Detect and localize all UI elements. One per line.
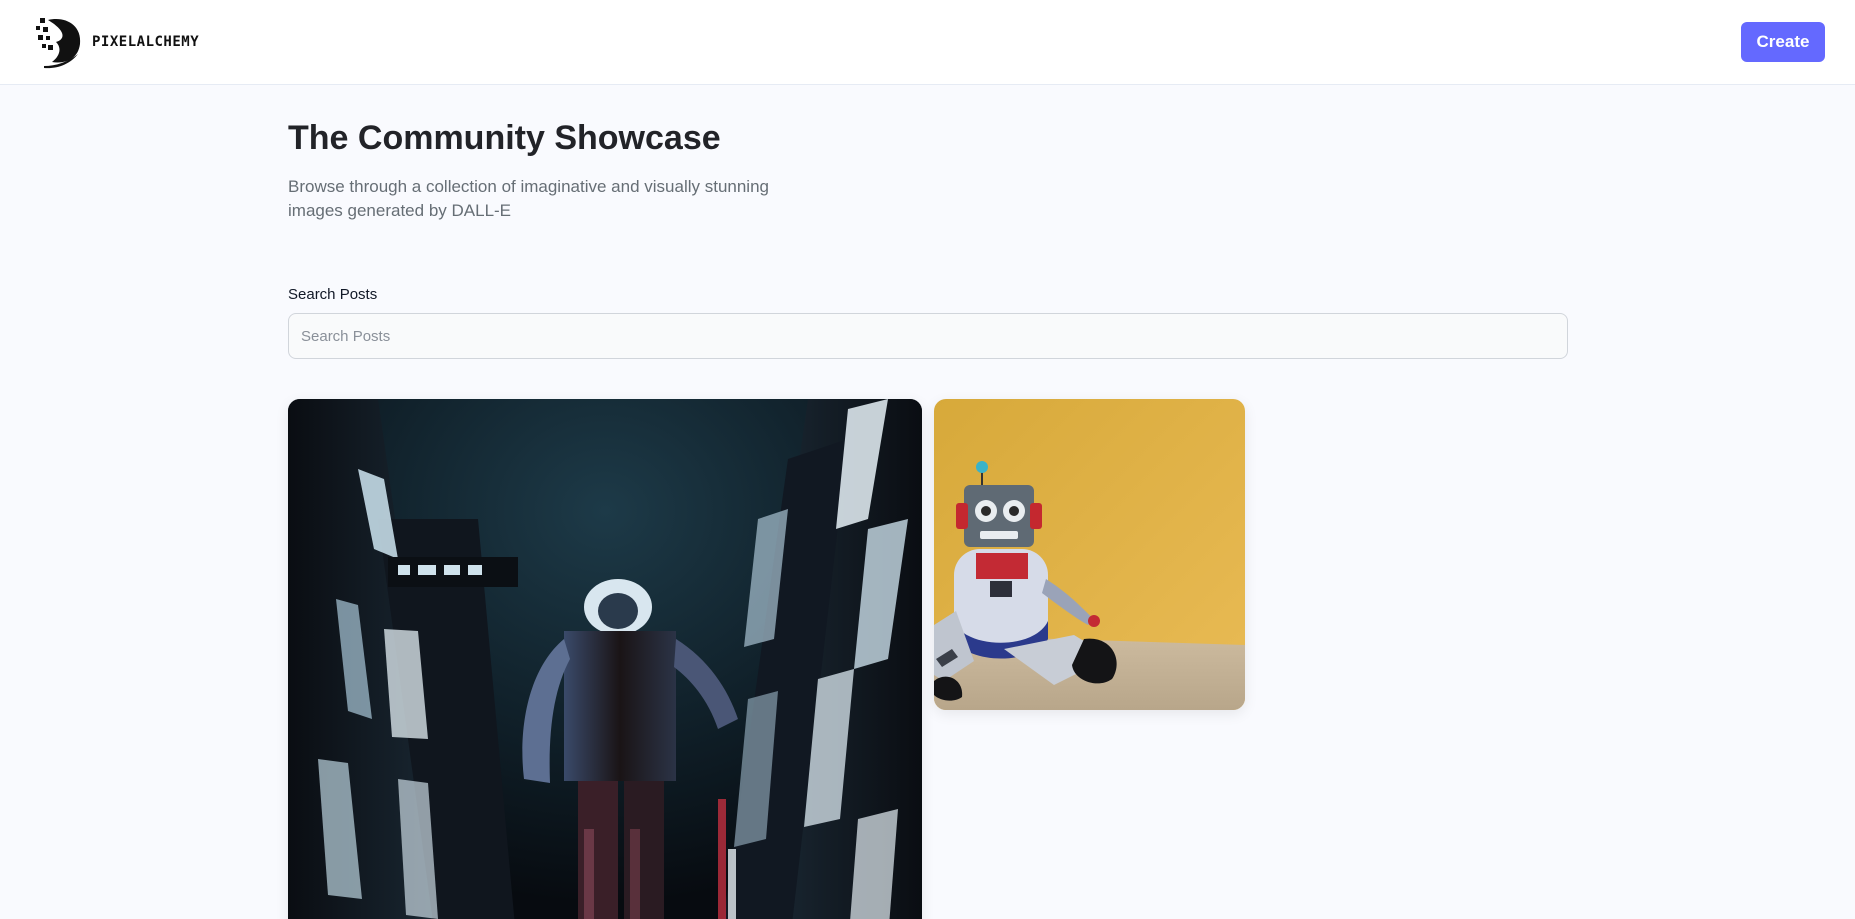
- post-card[interactable]: [934, 399, 1245, 710]
- logo-text: PIXELALCHEMY: [92, 34, 200, 50]
- create-button[interactable]: Create: [1741, 22, 1825, 62]
- search-input[interactable]: [288, 313, 1568, 359]
- plush-robot-toy-image: [934, 399, 1245, 710]
- search-label: Search Posts: [288, 286, 378, 303]
- robot-city-night-image: [288, 399, 922, 919]
- pixel-leaf-logo-icon: [36, 18, 81, 69]
- post-card[interactable]: [288, 399, 922, 919]
- top-navbar: PIXELALCHEMY Create: [0, 0, 1855, 85]
- logo-link[interactable]: PIXELALCHEMY: [34, 14, 199, 70]
- page-title: The Community Showcase: [288, 119, 721, 157]
- page-subtitle: Browse through a collection of imaginati…: [288, 177, 769, 220]
